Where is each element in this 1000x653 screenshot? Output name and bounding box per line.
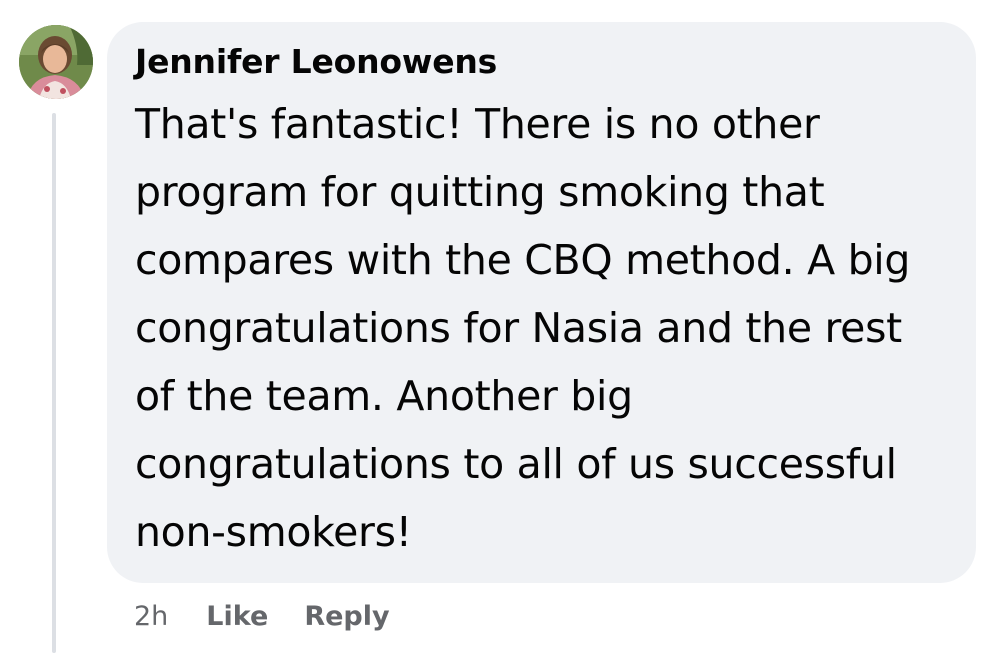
- avatar[interactable]: [19, 25, 93, 99]
- reply-button[interactable]: Reply: [304, 601, 389, 632]
- profile-photo-icon: [19, 25, 93, 99]
- comment-actions: 2h Like Reply: [134, 596, 390, 636]
- comment-timestamp[interactable]: 2h: [134, 601, 168, 632]
- thread-line: [52, 113, 56, 653]
- comment-author[interactable]: Jennifer Leonowens: [135, 42, 936, 82]
- like-button[interactable]: Like: [206, 601, 268, 632]
- comment-bubble: Jennifer Leonowens That's fantastic! The…: [107, 22, 976, 583]
- comment-text: That's fantastic! There is no other prog…: [135, 100, 911, 556]
